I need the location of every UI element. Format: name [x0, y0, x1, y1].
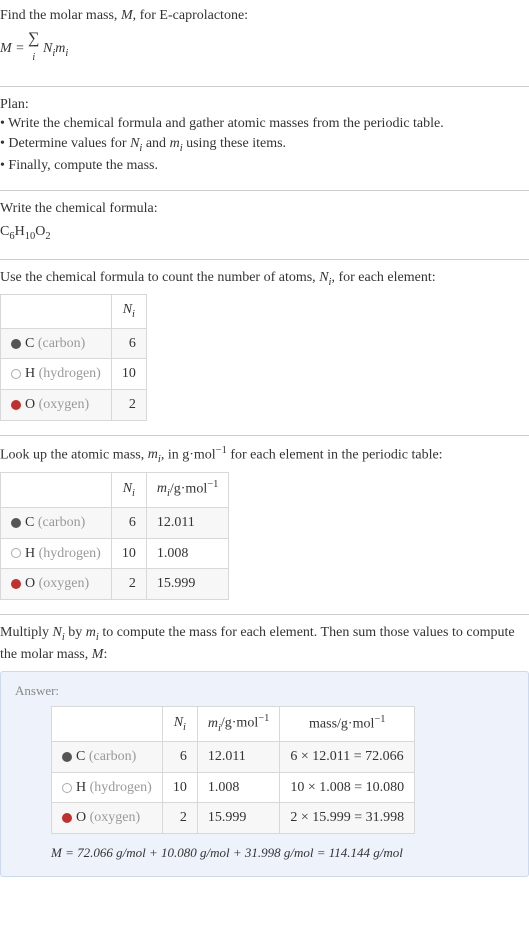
table-row: O (oxygen) 2 [1, 390, 147, 421]
multiply-section: Multiply Ni by mi to compute the mass fo… [0, 621, 529, 885]
col-ni: Ni [111, 295, 146, 328]
plan-bullet-3: • Finally, compute the mass. [0, 156, 529, 176]
hydrogen-swatch-icon [62, 783, 72, 793]
count-cell: 2 [162, 803, 197, 834]
divider [0, 86, 529, 87]
element-cell: C (carbon) [1, 507, 112, 538]
calc-cell: 2 × 15.999 = 31.998 [280, 803, 415, 834]
element-cell: H (hydrogen) [1, 359, 112, 390]
intro-title: Find the molar mass, M, for E-caprolacto… [0, 6, 529, 26]
answer-table: Ni mi/g·mol−1 mass/g·mol−1 C (carbon) 6 … [51, 706, 415, 834]
element-cell: C (carbon) [1, 328, 112, 359]
mass-section: Look up the atomic mass, mi, in g·mol−1 … [0, 442, 529, 608]
formula-section: Write the chemical formula: C6H10O2 [0, 197, 529, 253]
sum-symbol: ∑ [28, 30, 39, 47]
divider [0, 614, 529, 615]
table-row: H (hydrogen) 10 1.008 10 × 1.008 = 10.08… [52, 772, 415, 803]
mass-cell: 12.011 [197, 742, 280, 773]
count-cell: 2 [111, 390, 146, 421]
table-row: C (carbon) 6 [1, 328, 147, 359]
col-mi: mi/g·mol−1 [146, 472, 229, 507]
carbon-swatch-icon [62, 752, 72, 762]
count-heading: Use the chemical formula to count the nu… [0, 268, 529, 290]
mass-heading: Look up the atomic mass, mi, in g·mol−1 … [0, 444, 529, 468]
intro-section: Find the molar mass, M, for E-caprolacto… [0, 4, 529, 80]
count-cell: 6 [111, 328, 146, 359]
col-mass: mass/g·mol−1 [280, 707, 415, 742]
calc-cell: 10 × 1.008 = 10.080 [280, 772, 415, 803]
element-cell: H (hydrogen) [52, 772, 163, 803]
multiply-heading: Multiply Ni by mi to compute the mass fo… [0, 623, 529, 665]
empty-header [1, 472, 112, 507]
sum-index: i [32, 52, 35, 63]
count-cell: 2 [111, 569, 146, 600]
mass-cell: 12.011 [146, 507, 229, 538]
count-section: Use the chemical formula to count the nu… [0, 266, 529, 429]
mass-cell: 15.999 [146, 569, 229, 600]
oxygen-swatch-icon [62, 813, 72, 823]
count-table: Ni C (carbon) 6 H (hydrogen) 10 O (oxyge… [0, 294, 147, 420]
carbon-swatch-icon [11, 339, 21, 349]
element-cell: O (oxygen) [52, 803, 163, 834]
count-cell: 10 [111, 538, 146, 569]
intro-formula: M = ∑ i Nimi [0, 26, 529, 72]
plan-bullet-2: • Determine values for Ni and mi using t… [0, 134, 529, 156]
col-mi: mi/g·mol−1 [197, 707, 280, 742]
plan-heading: Plan: [0, 95, 529, 115]
table-row: H (hydrogen) 10 [1, 359, 147, 390]
final-result: M = 72.066 g/mol + 10.080 g/mol + 31.998… [51, 844, 514, 862]
chemical-formula: C6H10O2 [0, 218, 529, 244]
table-row: O (oxygen) 2 15.999 2 × 15.999 = 31.998 [52, 803, 415, 834]
empty-header [1, 295, 112, 328]
mass-cell: 1.008 [146, 538, 229, 569]
table-row: O (oxygen) 2 15.999 [1, 569, 229, 600]
carbon-swatch-icon [11, 518, 21, 528]
element-cell: O (oxygen) [1, 390, 112, 421]
col-ni: Ni [162, 707, 197, 742]
mass-cell: 1.008 [197, 772, 280, 803]
calc-cell: 6 × 12.011 = 72.066 [280, 742, 415, 773]
empty-header [52, 707, 163, 742]
formula-heading: Write the chemical formula: [0, 199, 529, 219]
divider [0, 190, 529, 191]
hydrogen-swatch-icon [11, 548, 21, 558]
table-row: C (carbon) 6 12.011 6 × 12.011 = 72.066 [52, 742, 415, 773]
mass-table: Ni mi/g·mol−1 C (carbon) 6 12.011 H (hyd… [0, 472, 229, 600]
col-ni: Ni [111, 472, 146, 507]
table-row: H (hydrogen) 10 1.008 [1, 538, 229, 569]
element-cell: O (oxygen) [1, 569, 112, 600]
element-cell: C (carbon) [52, 742, 163, 773]
plan-bullet-1: • Write the chemical formula and gather … [0, 114, 529, 134]
table-row: C (carbon) 6 12.011 [1, 507, 229, 538]
count-cell: 6 [162, 742, 197, 773]
answer-label: Answer: [15, 682, 514, 700]
hydrogen-swatch-icon [11, 369, 21, 379]
divider [0, 435, 529, 436]
mass-cell: 15.999 [197, 803, 280, 834]
answer-box: Answer: Ni mi/g·mol−1 mass/g·mol−1 C (ca… [0, 671, 529, 877]
count-cell: 10 [162, 772, 197, 803]
oxygen-swatch-icon [11, 400, 21, 410]
count-cell: 10 [111, 359, 146, 390]
plan-section: Plan: • Write the chemical formula and g… [0, 93, 529, 184]
count-cell: 6 [111, 507, 146, 538]
divider [0, 259, 529, 260]
oxygen-swatch-icon [11, 579, 21, 589]
element-cell: H (hydrogen) [1, 538, 112, 569]
